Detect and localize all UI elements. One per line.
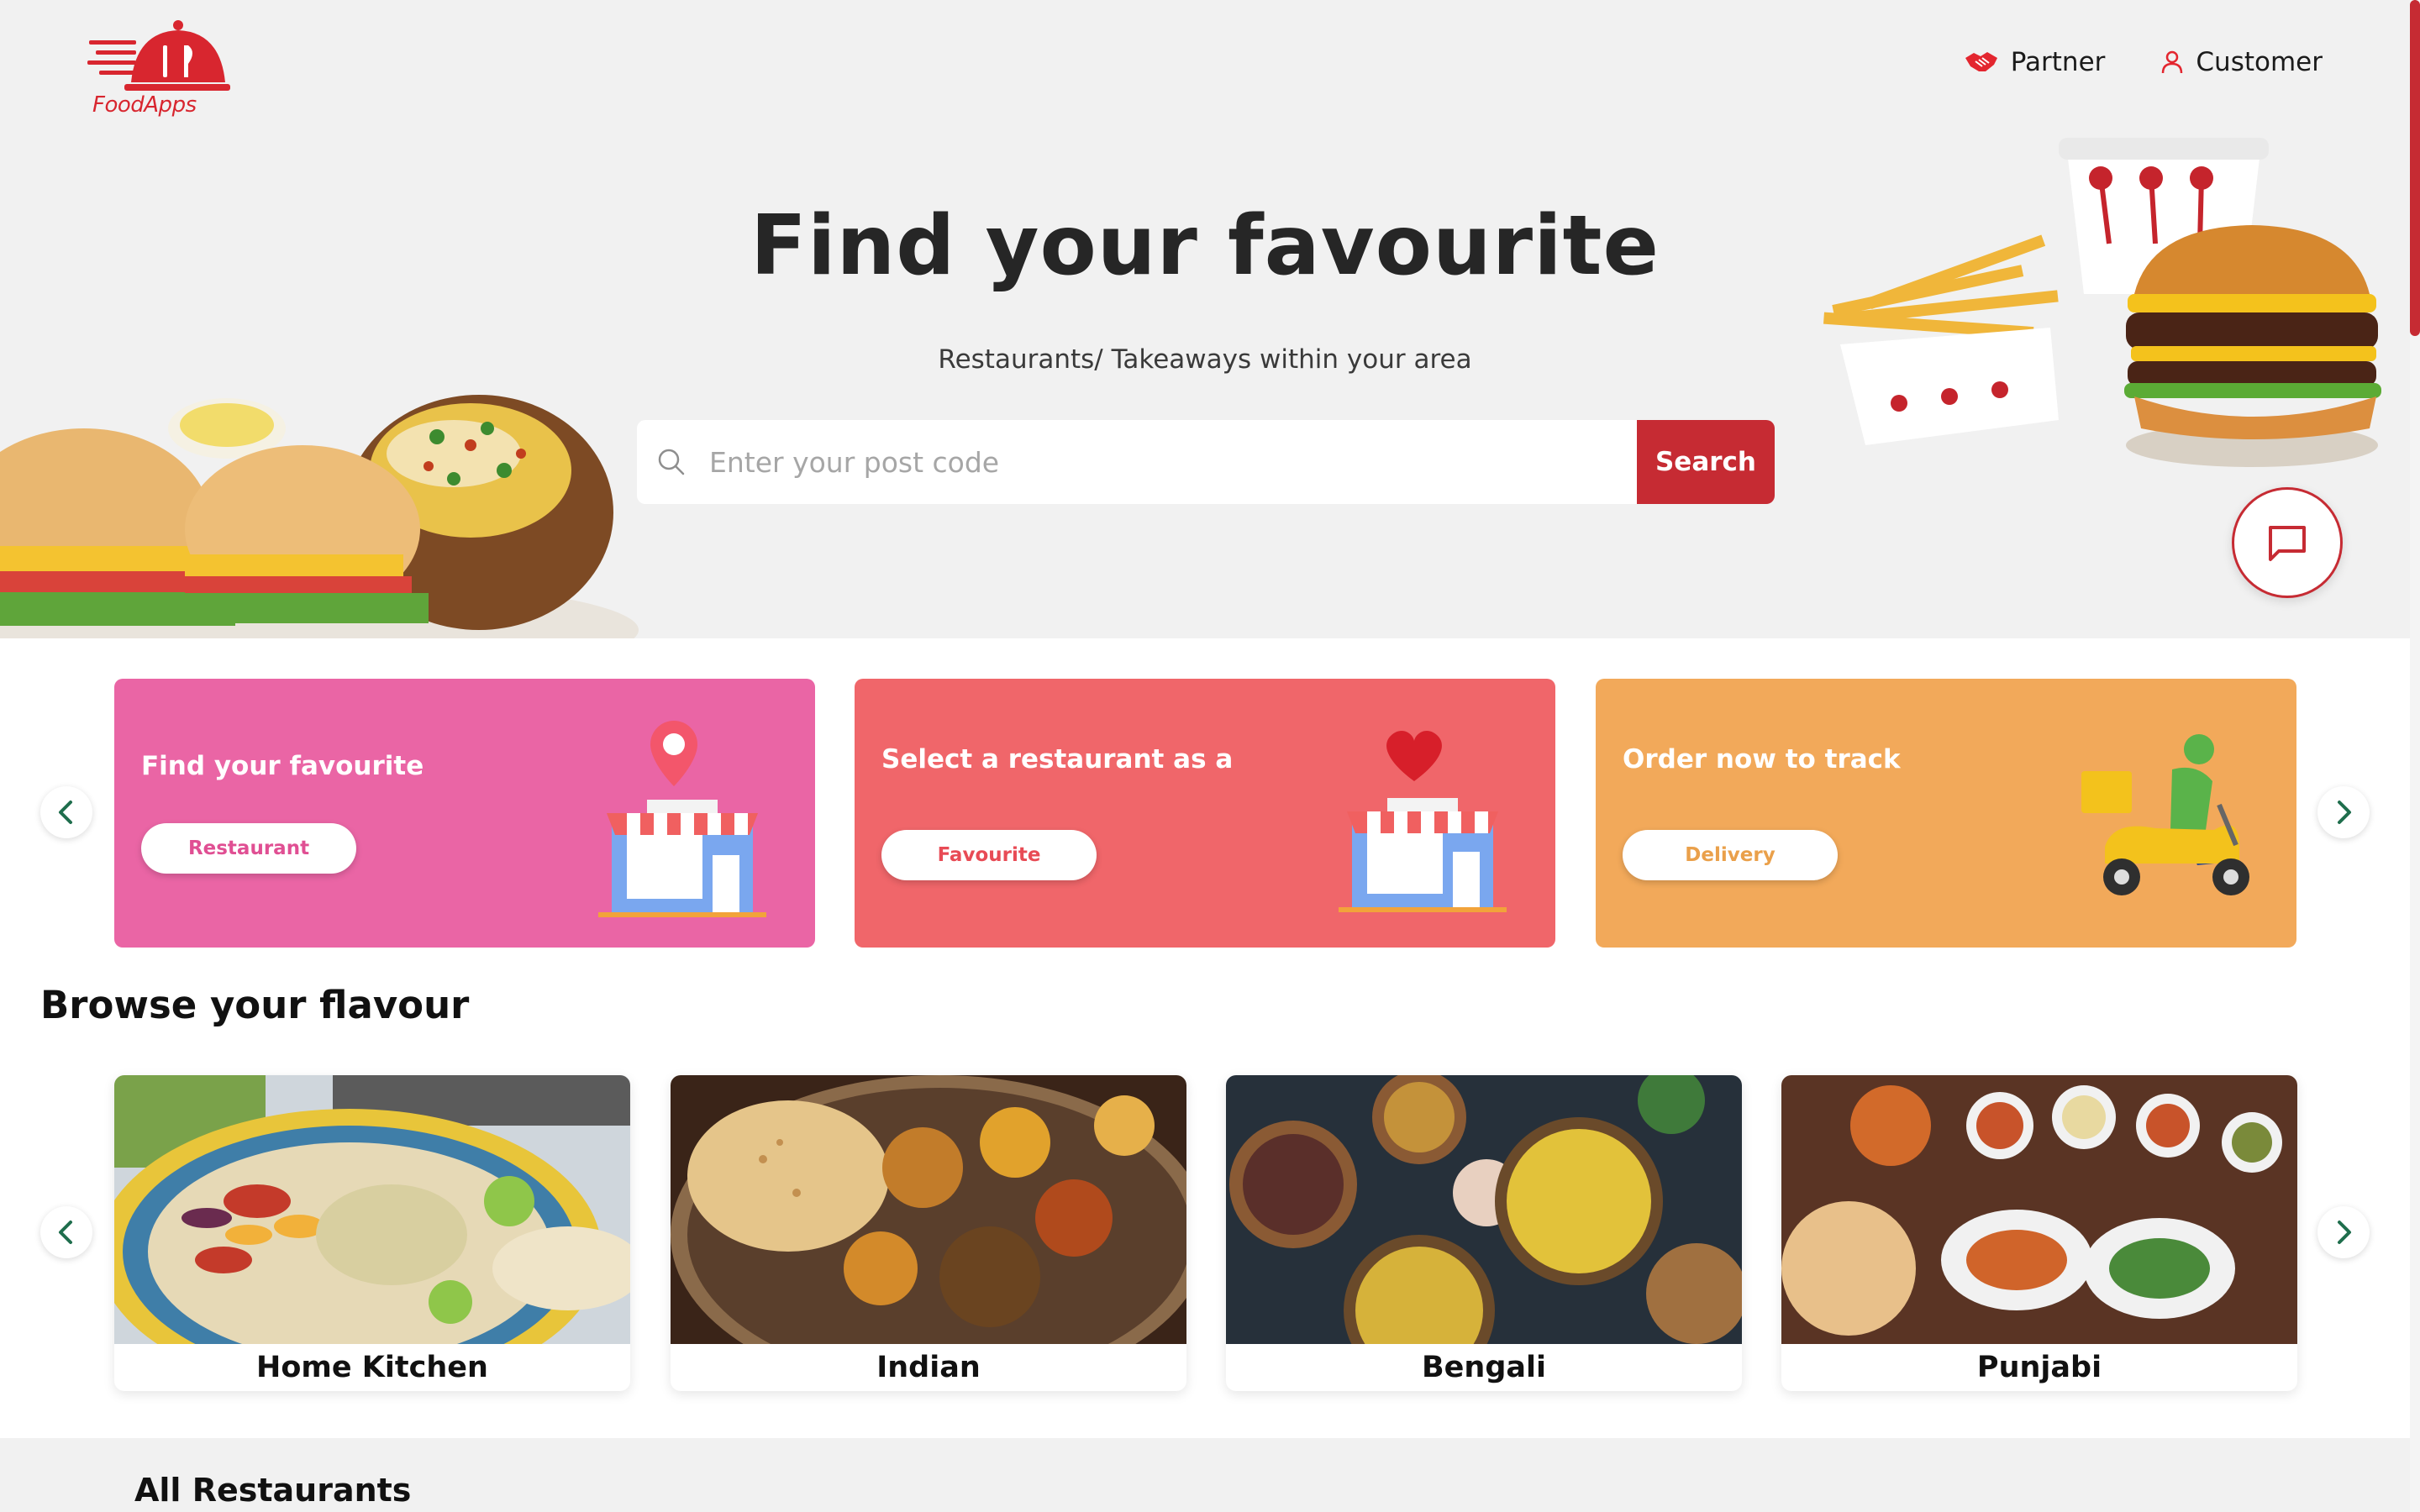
chat-icon <box>2269 526 2306 561</box>
partner-label: Partner <box>2010 47 2106 77</box>
search-icon <box>637 420 706 504</box>
postcode-search-bar: Search <box>637 420 1775 504</box>
promo-card-restaurant[interactable]: Find your favourite Restaurant <box>114 679 815 948</box>
flavour-label: Indian <box>876 1351 981 1384</box>
flavour-card-punjabi[interactable]: Punjabi <box>1781 1075 2297 1391</box>
promo-prev-button[interactable] <box>40 786 92 838</box>
handshake-icon <box>1965 52 1997 71</box>
indian-food-image <box>671 1075 1186 1344</box>
store-pin-icon <box>598 721 766 917</box>
logo-wordmark: FoodApps <box>92 92 197 118</box>
chevron-right-icon <box>2338 801 2351 824</box>
promo-title: Order now to track <box>1623 744 1901 774</box>
chevron-right-icon <box>2338 1221 2351 1244</box>
flavour-next-button[interactable] <box>2317 1206 2370 1258</box>
promo-card-favourite[interactable]: Select a restaurant as a Favourite <box>855 679 1555 948</box>
partner-link[interactable]: Partner <box>1964 47 2106 77</box>
store-heart-icon <box>1339 730 1507 912</box>
promo-title: Find your favourite <box>141 751 424 781</box>
promo-next-button[interactable] <box>2317 786 2370 838</box>
hero-title: Find your favourite <box>750 198 1660 294</box>
hero-subtitle: Restaurants/ Takeaways within your area <box>938 344 1472 375</box>
promo-carousel: Find your favourite Restaurant Select a … <box>0 679 2410 948</box>
chevron-left-icon <box>59 801 72 824</box>
delivery-scooter-icon <box>2081 734 2249 895</box>
browse-section-title: Browse your flavour <box>40 983 470 1027</box>
all-restaurants-section: All Restaurants <box>0 1438 2410 1512</box>
promo-title: Select a restaurant as a <box>881 744 1234 774</box>
user-icon <box>2162 50 2183 74</box>
all-restaurants-title: All Restaurants <box>134 1472 412 1509</box>
flavour-card-bengali[interactable]: Bengali <box>1226 1075 1742 1391</box>
punjabi-food-image <box>1781 1075 2297 1344</box>
flavour-label: Home Kitchen <box>256 1351 488 1384</box>
bengali-food-image <box>1226 1075 1742 1344</box>
chevron-left-icon <box>59 1221 72 1244</box>
chat-button[interactable] <box>2232 487 2343 598</box>
burger-fries-image <box>1823 138 2381 467</box>
flavour-card-indian[interactable]: Indian <box>671 1075 1186 1391</box>
customer-link[interactable]: Customer <box>2160 47 2323 77</box>
flavour-prev-button[interactable] <box>40 1206 92 1258</box>
favourite-button[interactable]: Favourite <box>881 830 1097 880</box>
delivery-button[interactable]: Delivery <box>1623 830 1838 880</box>
scrollbar-thumb[interactable] <box>2410 0 2420 336</box>
search-button[interactable]: Search <box>1637 420 1775 504</box>
restaurant-button[interactable]: Restaurant <box>141 823 356 874</box>
postcode-input[interactable] <box>706 420 1637 504</box>
sandwich-potato-image <box>0 395 639 638</box>
customer-label: Customer <box>2196 47 2323 77</box>
home-kitchen-image <box>114 1075 630 1344</box>
hero-section: FoodApps Partner Customer Find your favo… <box>0 0 2420 638</box>
top-nav: Partner Customer <box>1964 47 2323 77</box>
foodapps-logo[interactable]: FoodApps <box>87 17 230 119</box>
promo-card-delivery[interactable]: Order now to track Delivery <box>1596 679 2296 948</box>
flavour-label: Punjabi <box>1976 1351 2102 1384</box>
flavour-card-home-kitchen[interactable]: Home Kitchen <box>114 1075 630 1391</box>
flavour-label: Bengali <box>1422 1351 1546 1384</box>
page-scrollbar[interactable] <box>2410 0 2420 1512</box>
cloche-logo-icon <box>87 20 230 91</box>
